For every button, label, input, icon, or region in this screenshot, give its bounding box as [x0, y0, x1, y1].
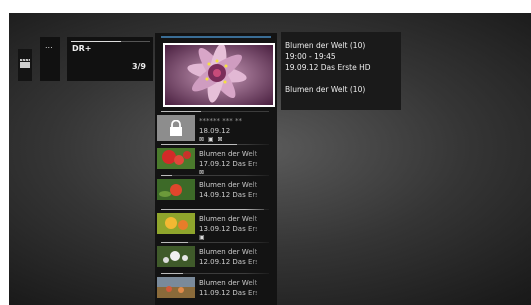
item-thumbnail — [157, 148, 195, 169]
featured-thumbnail[interactable] — [163, 43, 275, 107]
item-title: ****** *** ** — [199, 117, 242, 125]
item-date: 18.09.12 — [199, 127, 231, 135]
channel-progress-bar — [71, 41, 150, 42]
more-options-button[interactable]: ... — [40, 37, 60, 81]
recordings-list: ****** *** ** 18.09.12 ⊠ ▣ ⊠ Blumen der … — [155, 33, 277, 305]
list-item[interactable]: Blumen der Welt 12.09.12 Das Erste — [155, 242, 277, 270]
category-box[interactable] — [18, 49, 32, 81]
info-title: Blumen der Welt (10) — [285, 41, 366, 50]
list-top-bar — [161, 36, 271, 38]
locked-thumbnail — [157, 115, 195, 141]
list-item[interactable]: Blumen der Welt 11.09.12 Das Erste — [155, 273, 277, 301]
recording-icon: ▣ — [199, 234, 206, 241]
clapperboard-icon — [20, 59, 30, 68]
recording-icon: ⊠ ▣ ⊠ — [199, 136, 224, 143]
item-thumbnail — [157, 246, 195, 267]
list-item[interactable]: Blumen der Welt 17.09.12 Das Erste ⊠ — [155, 144, 277, 176]
tv-screen: ... DR+ 3/9 ****** *** ** 18.09.12 ⊠ ▣ ⊠… — [9, 13, 531, 305]
program-info-panel: Blumen der Welt (10) 19:00 - 19:45 19.09… — [281, 32, 401, 110]
item-thumbnail — [157, 277, 195, 298]
info-description: Blumen der Welt (10) — [285, 85, 366, 94]
channel-name: DR+ — [72, 44, 92, 53]
item-thumbnail — [157, 179, 195, 200]
lock-icon — [170, 120, 182, 136]
item-thumbnail — [157, 213, 195, 234]
info-date-channel: 19.09.12 Das Erste HD — [285, 63, 371, 72]
channel-selector[interactable]: DR+ 3/9 — [67, 37, 153, 81]
channel-count: 3/9 — [131, 62, 146, 71]
more-label: ... — [45, 41, 53, 50]
info-time: 19:00 - 19:45 — [285, 52, 336, 61]
list-item-locked[interactable]: ****** *** ** 18.09.12 ⊠ ▣ ⊠ — [155, 111, 277, 143]
list-item[interactable]: Blumen der Welt 14.09.12 Das Erste — [155, 175, 277, 203]
list-item[interactable]: Blumen der Welt 13.09.12 Das Erste ▣ — [155, 209, 277, 241]
